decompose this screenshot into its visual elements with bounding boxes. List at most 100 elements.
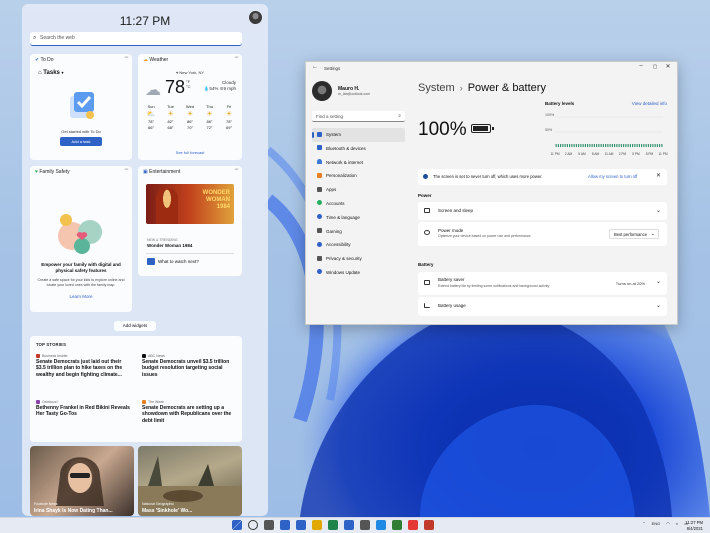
x-tick-label: 5 AM xyxy=(578,152,586,156)
nav-item-apps[interactable]: Apps xyxy=(312,183,405,197)
search-placeholder: Search the web xyxy=(40,35,75,41)
title-bar[interactable]: ← Settings – ▢ ✕ xyxy=(306,62,677,76)
battery-saver-row[interactable]: Battery saver Extend battery life by lim… xyxy=(418,272,667,295)
taskbar-app-icon[interactable] xyxy=(408,520,418,530)
taskbar-app-icon[interactable] xyxy=(424,520,434,530)
battery-level-bar xyxy=(596,144,598,147)
wifi-icon[interactable]: ◠ xyxy=(666,521,670,526)
start-icon[interactable] xyxy=(232,520,242,530)
info-icon xyxy=(423,174,428,179)
breadcrumb-system[interactable]: System xyxy=(418,82,455,94)
close-icon[interactable]: ✕ xyxy=(656,172,661,179)
nav-item-privacy[interactable]: Privacy & security xyxy=(312,252,405,266)
avatar[interactable] xyxy=(249,11,262,24)
taskbar-app-icon[interactable] xyxy=(328,520,338,530)
search-icon[interactable] xyxy=(248,520,258,530)
allow-screen-off-link[interactable]: Allow my screen to turn off xyxy=(588,174,637,179)
user-avatar[interactable] xyxy=(312,81,332,101)
nav-item-personalization[interactable]: Personalization xyxy=(312,169,405,183)
add-task-button[interactable]: Add a task xyxy=(60,137,102,146)
watch-next-question[interactable]: What to watch next? xyxy=(158,259,199,264)
nav-item-accounts[interactable]: Accounts xyxy=(312,197,405,211)
screen-and-sleep-row[interactable]: Screen and sleep ⌄ xyxy=(418,202,667,220)
find-setting-input[interactable]: Find a setting ⌕ xyxy=(312,111,405,122)
nav-item-system[interactable]: System xyxy=(312,128,405,142)
taskbar-app-icon[interactable] xyxy=(280,520,290,530)
taskbar-app-icon[interactable] xyxy=(344,520,354,530)
settings-window: ← Settings – ▢ ✕ Mauro H. m_lab@outlook.… xyxy=(305,61,678,325)
language-indicator[interactable]: ENG xyxy=(652,521,661,526)
battery-level-bar xyxy=(569,144,571,147)
close-icon[interactable]: ✕ xyxy=(662,63,674,70)
todo-widget[interactable]: ✔ To Do ··· ⌂ Tasks ▾ Get started with T… xyxy=(30,54,132,160)
battery-level-bar xyxy=(591,144,593,147)
weather-widget[interactable]: ☁ Weather ··· ⌖ New York, NY ☁ 78 °F °C C… xyxy=(138,54,242,160)
news-photo-card[interactable]: National Geographic Mass 'Sinkhole' Wo..… xyxy=(138,446,242,516)
battery-level-bar xyxy=(555,144,557,147)
x-tick-label: 2 AM xyxy=(565,152,573,156)
taskbar-app-icon[interactable] xyxy=(376,520,386,530)
full-forecast-link[interactable]: See full forecast xyxy=(138,150,242,155)
news-photo-card[interactable]: Footnote News Irina Shayk Is Now Dating … xyxy=(30,446,134,516)
taskbar-app-icon[interactable] xyxy=(312,520,322,530)
volume-icon[interactable]: ◖ xyxy=(676,521,678,526)
battery-level-bar xyxy=(598,144,600,147)
power-mode-label: Power mode xyxy=(438,228,464,233)
nav-item-windows-update[interactable]: Windows Update xyxy=(312,266,405,280)
chevron-up-icon[interactable]: ⌃ xyxy=(642,521,645,526)
more-options-icon[interactable]: ··· xyxy=(234,166,239,173)
x-tick-label: 11 PM xyxy=(551,152,560,156)
view-detailed-info-link[interactable]: View detailed info xyxy=(632,101,667,106)
news-story[interactable]: The Week Senate Democrats are setting up… xyxy=(142,400,236,424)
back-arrow-icon[interactable]: ← xyxy=(312,64,318,70)
battery-level-bar xyxy=(587,144,589,147)
news-story[interactable]: Business Insider Senate Democrats just l… xyxy=(36,354,130,378)
todo-list-name[interactable]: ⌂ Tasks ▾ xyxy=(38,70,64,76)
battery-saver-value: Turns on at 20% xyxy=(615,281,645,286)
forecast-day: Thu ☀ 86° 72° xyxy=(203,104,217,131)
nav-item-gaming[interactable]: Gaming xyxy=(312,225,405,239)
battery-level-bar xyxy=(634,144,636,147)
sun-icon: ☀ xyxy=(167,111,174,118)
add-widgets-button[interactable]: Add widgets xyxy=(114,321,156,331)
news-story[interactable]: Celebuzz! Bethenny Frankel in Red Bikini… xyxy=(36,400,130,418)
home-icon: ⌂ xyxy=(38,70,42,76)
minimize-icon[interactable]: – xyxy=(635,63,647,69)
battery-level-bar xyxy=(652,144,654,147)
window-title: Settings xyxy=(324,66,341,71)
chevron-down-icon: ⌄ xyxy=(655,279,661,285)
battery-saver-description: Extend battery life by limiting some not… xyxy=(438,284,550,288)
learn-more-link[interactable]: Learn More xyxy=(30,294,132,299)
family-safety-widget[interactable]: ♥ Family Safety ··· Empower your family … xyxy=(30,166,132,312)
taskbar: ⌃ ENG ◠ ◖ ▭ 11:27 PM 6/4/2021 xyxy=(0,517,710,533)
movie-poster[interactable]: WONDER WOMAN 1984 xyxy=(146,184,234,224)
nav-item-network[interactable]: Network & internet xyxy=(312,156,405,170)
taskbar-app-icon[interactable] xyxy=(296,520,306,530)
taskbar-app-icon[interactable] xyxy=(392,520,402,530)
more-options-icon[interactable]: ··· xyxy=(124,166,129,173)
maximize-icon[interactable]: ▢ xyxy=(649,64,661,70)
partly-cloudy-icon: ⛅ xyxy=(146,111,156,118)
news-story[interactable]: ABC News Senate Democrats unveil $3.5 tr… xyxy=(142,354,236,378)
movie-title[interactable]: Wonder Woman 1984 xyxy=(147,243,192,248)
entertainment-widget[interactable]: ▣ Entertainment ··· WONDER WOMAN 1984 NEW … xyxy=(138,166,242,276)
power-mode-dropdown[interactable]: Best performance ⌄ xyxy=(609,229,659,239)
more-options-icon[interactable]: ··· xyxy=(124,54,129,61)
taskbar-app-icon[interactable] xyxy=(360,520,370,530)
more-options-icon[interactable]: ··· xyxy=(234,54,239,61)
battery-percent: 100% xyxy=(418,119,467,140)
search-input[interactable]: ⌕ Search the web xyxy=(30,32,242,46)
taskbar-clock[interactable]: 11:27 PM 6/4/2021 xyxy=(685,520,703,531)
notice-text: The screen is set to never turn off, whi… xyxy=(433,174,543,179)
shield-icon xyxy=(317,255,322,261)
battery-usage-row[interactable]: Battery usage ⌄ xyxy=(418,297,667,316)
nav-item-time-language[interactable]: Time & language xyxy=(312,211,405,225)
taskbar-app-icon[interactable] xyxy=(264,520,274,530)
weather-units[interactable]: °F °C xyxy=(186,79,191,89)
search-icon: ⌕ xyxy=(398,113,401,119)
forecast-day: Wed ☀ 86° 70° xyxy=(183,104,197,131)
battery-level-bar xyxy=(571,144,573,147)
tv-icon xyxy=(147,258,155,265)
nav-item-accessibility[interactable]: Accessibility xyxy=(312,238,405,252)
nav-item-bluetooth[interactable]: Bluetooth & devices xyxy=(312,142,405,156)
